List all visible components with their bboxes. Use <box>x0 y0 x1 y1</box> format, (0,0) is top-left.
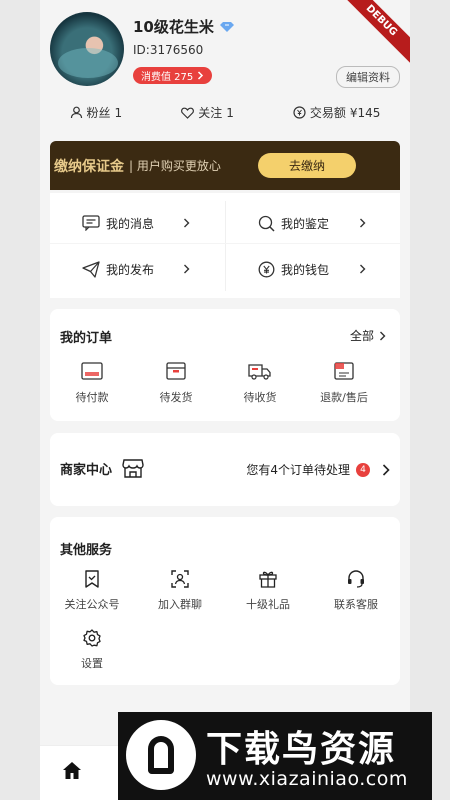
services-card: 其他服务 关注公众号 加入群聊 十级礼品 联系客服 设置 <box>50 517 400 685</box>
menu-item-appraisal[interactable]: 我的鉴定 <box>226 198 400 248</box>
service-label: 加入群聊 <box>158 598 202 611</box>
orders-card: 我的订单 全部 待付款 待发货 待收货 退款/售后 <box>50 309 400 421</box>
profile-name-row: 10级花生米 <box>133 16 234 37</box>
order-refund[interactable]: 退款/售后 <box>304 361 384 405</box>
service-follow-account[interactable]: 关注公众号 <box>52 570 132 612</box>
tab-home[interactable] <box>62 761 82 780</box>
chevron-right-icon <box>359 218 366 228</box>
follow-count: 1 <box>226 105 234 120</box>
service-label: 设置 <box>81 657 103 670</box>
refund-icon <box>333 361 355 381</box>
bird-logo-icon <box>126 720 196 790</box>
trade-stat[interactable]: 交易额 ¥145 <box>293 104 381 121</box>
send-icon <box>82 260 100 278</box>
vip-badge[interactable]: 消费值 275 <box>133 67 213 84</box>
trade-amount: ¥145 <box>349 105 381 120</box>
debug-banner: DEBUG <box>335 0 410 67</box>
trade-label: 交易额 <box>309 106 346 120</box>
deposit-title: 缴纳保证金 <box>54 158 124 175</box>
deposit-button[interactable]: 去缴纳 <box>258 153 356 178</box>
merchant-card[interactable]: 商家中心 您有4个订单待处理 4 <box>50 433 400 506</box>
watermark-banner: 下载鸟资源 www.xiazainiao.com <box>118 712 432 800</box>
pending-orders-badge: 4 <box>356 462 370 477</box>
app-screen: DEBUG 10级花生米 ID:3176560 消费值 275 编辑资料 粉丝 … <box>40 0 410 800</box>
search-check-icon <box>258 215 275 232</box>
box-icon <box>165 361 187 381</box>
service-gift[interactable]: 十级礼品 <box>228 570 308 612</box>
yen-coin-icon <box>293 106 306 119</box>
edit-profile-button[interactable]: 编辑资料 <box>336 66 400 88</box>
avatar[interactable] <box>50 12 124 86</box>
service-settings[interactable]: 设置 <box>52 629 132 671</box>
services-title: 其他服务 <box>60 543 113 558</box>
service-contact-support[interactable]: 联系客服 <box>316 570 396 612</box>
orders-all-link[interactable]: 全部 <box>350 327 386 344</box>
service-label: 十级礼品 <box>246 598 290 611</box>
service-label: 关注公众号 <box>64 598 120 611</box>
chevron-right-icon <box>359 264 366 274</box>
order-label: 待收货 <box>243 391 277 404</box>
profile-id: ID:3176560 <box>133 43 204 57</box>
fans-stat[interactable]: 粉丝 1 <box>70 104 123 121</box>
menu-item-label: 我的钱包 <box>281 262 330 277</box>
order-label: 退款/售后 <box>320 391 368 404</box>
diamond-icon <box>219 21 234 33</box>
orders-all-label: 全部 <box>349 329 374 343</box>
merchant-status[interactable]: 您有4个订单待处理 4 <box>246 461 390 478</box>
truck-icon <box>248 361 272 381</box>
chevron-right-icon <box>183 218 190 228</box>
fans-count: 1 <box>114 105 123 120</box>
chevron-right-icon <box>197 71 204 80</box>
deposit-desc: | 用户购买更放心 <box>129 159 221 173</box>
stats-bar: 粉丝 1 关注 1 交易额 ¥145 <box>40 104 410 121</box>
order-label: 待发货 <box>159 391 193 404</box>
user-icon <box>70 106 83 119</box>
merchant-status-text: 您有4个订单待处理 <box>246 463 350 477</box>
menu-item-wallet[interactable]: 我的钱包 <box>226 244 400 294</box>
follow-stat[interactable]: 关注 1 <box>181 104 234 121</box>
chevron-right-icon <box>183 264 190 274</box>
menu-item-publish[interactable]: 我的发布 <box>50 244 224 294</box>
vip-label: 消费值 275 <box>141 72 194 83</box>
order-pending-shipment[interactable]: 待发货 <box>136 361 216 405</box>
gear-icon <box>83 629 101 647</box>
store-icon <box>122 458 144 479</box>
home-icon <box>62 761 82 780</box>
message-icon <box>82 215 100 231</box>
quick-menu: 我的消息 我的鉴定 我的发布 我的钱包 <box>50 193 400 298</box>
service-label: 联系客服 <box>334 598 378 611</box>
watermark-title: 下载鸟资源 <box>206 729 397 770</box>
gift-icon <box>259 570 277 588</box>
fans-label: 粉丝 <box>86 106 111 120</box>
watermark-url: www.xiazainiao.com <box>206 768 408 790</box>
menu-item-label: 我的鉴定 <box>281 216 330 231</box>
merchant-title: 商家中心 <box>60 463 113 478</box>
order-pending-receipt[interactable]: 待收货 <box>220 361 300 405</box>
menu-item-label: 我的消息 <box>106 216 155 231</box>
deposit-banner: 缴纳保证金 | 用户购买更放心 去缴纳 <box>50 141 400 190</box>
headset-icon <box>347 570 365 588</box>
profile-name: 10级花生米 <box>133 18 214 36</box>
card-icon <box>81 361 103 381</box>
orders-title: 我的订单 <box>60 331 113 346</box>
order-label: 待付款 <box>75 391 109 404</box>
merchant-title-row: 商家中心 <box>60 458 144 479</box>
scan-user-icon <box>171 570 189 588</box>
heart-icon <box>181 107 195 119</box>
menu-item-label: 我的发布 <box>106 262 155 277</box>
service-join-group[interactable]: 加入群聊 <box>140 570 220 612</box>
follow-label: 关注 <box>198 106 223 120</box>
chevron-right-icon <box>382 463 390 476</box>
menu-item-messages[interactable]: 我的消息 <box>50 198 224 248</box>
bookmark-icon <box>84 570 100 588</box>
chevron-right-icon <box>379 331 386 341</box>
order-pending-payment[interactable]: 待付款 <box>52 361 132 405</box>
wallet-icon <box>258 261 275 278</box>
